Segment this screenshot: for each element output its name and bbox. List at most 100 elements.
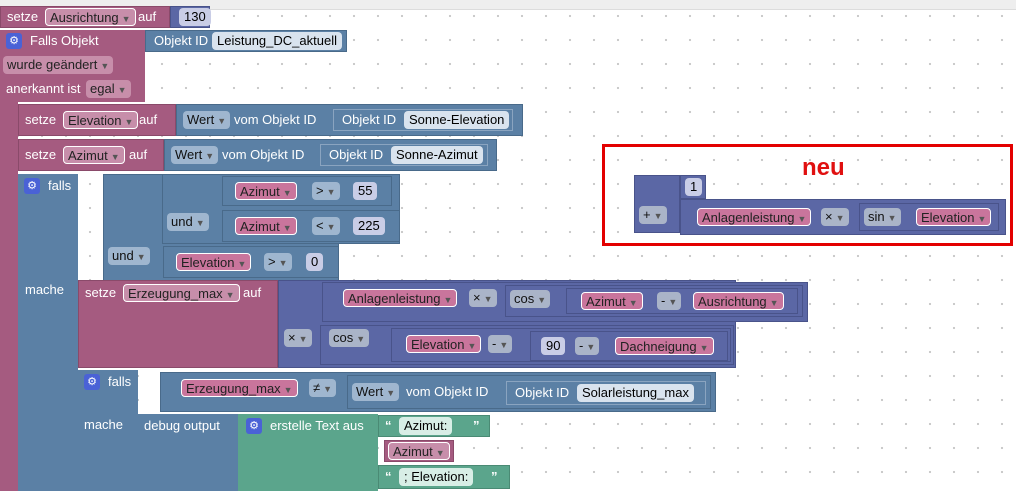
op-value: ≠	[313, 380, 321, 395]
value-of-object-block[interactable]: Wert ▼ vom Objekt ID Objekt ID Sonne-Azim…	[164, 139, 497, 171]
wert-dropdown[interactable]: Wert ▼	[352, 383, 400, 401]
set-azimut-block[interactable]: setze Azimut ▼ auf	[18, 139, 164, 171]
ack-dropdown[interactable]: egal ▼	[86, 80, 131, 98]
variable-azimut[interactable]: Azimut ▼	[235, 182, 297, 200]
value-of-object-block[interactable]: Wert ▼ vom Objekt ID Objekt ID Solarleist…	[347, 375, 711, 409]
number-field[interactable]: 225	[353, 217, 385, 235]
gear-icon[interactable]: ⚙	[6, 33, 22, 49]
gear-icon[interactable]: ⚙	[246, 418, 262, 434]
variable-dropdown[interactable]: Azimut ▼	[63, 146, 125, 164]
compare-block[interactable]: Azimut ▼ < ▼ 225	[222, 210, 400, 242]
op-value: ×	[473, 290, 481, 305]
text-block[interactable]: “ Azimut: ”	[378, 415, 490, 437]
debug-output-block[interactable]: debug output	[138, 414, 238, 491]
text-field[interactable]: Azimut:	[399, 417, 453, 435]
set-elevation-block[interactable]: setze Elevation ▼ auf	[18, 104, 176, 136]
wert-dropdown[interactable]: Wert ▼	[183, 111, 231, 129]
compare-block[interactable]: Azimut ▼ > ▼ 55	[222, 176, 392, 206]
sin-block[interactable]: sin ▼ Elevation ▼	[859, 203, 999, 231]
objid-block[interactable]: Objekt ID Sonne-Azimut	[320, 144, 488, 166]
objid-block[interactable]: Objekt ID Sonne-Elevation	[333, 109, 513, 131]
plus-block[interactable]: + ▼	[634, 175, 680, 233]
objid-field[interactable]: Solarleistung_max	[577, 384, 694, 402]
operator-dropdown[interactable]: > ▼	[264, 253, 292, 271]
cos-block[interactable]: cos ▼ Azimut ▼ - ▼ Ausrichtung ▼	[505, 285, 803, 317]
compare-block[interactable]: Elevation ▼ > ▼ 0	[163, 246, 339, 278]
variable-elevation[interactable]: Elevation ▼	[916, 208, 992, 226]
multiply-block-inner[interactable]: Anlagenleistung ▼ × ▼ cos ▼ Azimut ▼ - ▼ Ausr…	[322, 282, 808, 322]
gear-icon[interactable]: ⚙	[24, 178, 40, 194]
variable-block[interactable]: Azimut ▼	[384, 440, 454, 462]
number-field[interactable]: 55	[353, 182, 378, 200]
variable-ausrichtung[interactable]: Ausrichtung ▼	[693, 292, 784, 310]
minus-operator[interactable]: - ▼	[575, 337, 600, 355]
plus-operator[interactable]: + ▼	[639, 206, 667, 224]
var-name: Anlagenleistung	[348, 291, 441, 306]
minus-block[interactable]: 90 - ▼ Dachneigung ▼	[530, 331, 728, 361]
multiply-block[interactable]: Anlagenleistung ▼ × ▼ sin ▼ Elevation ▼	[680, 199, 1006, 235]
variable-erzeugung[interactable]: Erzeugung_max ▼	[181, 379, 298, 397]
number-field[interactable]: 1	[685, 178, 703, 196]
op-value: >	[316, 183, 324, 198]
variable-dachneigung[interactable]: Dachneigung ▼	[615, 337, 714, 355]
object-id-block[interactable]: Objekt ID Leistung_DC_aktuell	[145, 30, 347, 52]
set-ausrichtung-block[interactable]: setze Ausrichtung ▼ auf	[0, 6, 170, 28]
mache-label: mache	[84, 417, 124, 432]
cos-dropdown[interactable]: cos ▼	[510, 290, 551, 308]
changed-dropdown[interactable]: wurde geändert ▼	[3, 56, 114, 74]
var-name: Ausrichtung	[50, 10, 119, 25]
und-dropdown[interactable]: und ▼	[108, 247, 150, 265]
wert-dropdown[interactable]: Wert ▼	[171, 146, 219, 164]
number-block[interactable]: 1	[680, 175, 706, 199]
number-field[interactable]: 130	[179, 8, 211, 26]
auf-label: auf	[139, 112, 158, 127]
operator-dropdown[interactable]: > ▼	[312, 182, 340, 200]
set-erzeugung-block[interactable]: setze Erzeugung_max ▼ auf	[78, 280, 278, 368]
number-field[interactable]: 0	[306, 253, 324, 271]
variable-dropdown[interactable]: Elevation ▼	[63, 111, 139, 129]
if-block[interactable]: ⚙ falls mache	[18, 174, 78, 491]
sin-dropdown[interactable]: sin ▼	[864, 208, 901, 226]
auf-label: auf	[243, 285, 262, 300]
objid-block[interactable]: Objekt ID Solarleistung_max	[506, 381, 706, 405]
variable-dropdown[interactable]: Ausrichtung ▼	[45, 8, 136, 26]
times-operator[interactable]: × ▼	[821, 208, 849, 226]
number-block[interactable]: 130	[170, 6, 211, 28]
variable-elevation[interactable]: Elevation ▼	[176, 253, 252, 271]
text-field[interactable]: ; Elevation:	[399, 468, 474, 486]
number-field[interactable]: 90	[541, 337, 566, 355]
operator-dropdown[interactable]: < ▼	[312, 217, 340, 235]
value-of-object-block[interactable]: Wert ▼ vom Objekt ID Objekt ID Sonne-Elev…	[176, 104, 523, 136]
cos-dropdown[interactable]: cos ▼	[329, 329, 370, 347]
op-value: -	[492, 336, 497, 351]
times-operator[interactable]: × ▼	[469, 289, 497, 307]
variable-azimut[interactable]: Azimut ▼	[581, 292, 643, 310]
minus-block[interactable]: Azimut ▼ - ▼ Ausrichtung ▼	[566, 288, 798, 314]
compare-block[interactable]: Erzeugung_max ▼ ≠ ▼ Wert ▼ vom Objekt ID Ob…	[160, 372, 716, 412]
variable-anlagenleistung[interactable]: Anlagenleistung ▼	[697, 208, 812, 226]
variable-azimut[interactable]: Azimut ▼	[235, 217, 297, 235]
operator-dropdown[interactable]: ≠ ▼	[309, 379, 337, 397]
variable-azimut[interactable]: Azimut ▼	[388, 442, 450, 460]
variable-anlagenleistung[interactable]: Anlagenleistung ▼	[343, 289, 458, 307]
quote-open-icon: “	[385, 418, 392, 433]
if-block[interactable]: ⚙ falls mache	[78, 370, 138, 491]
objid-field[interactable]: Sonne-Azimut	[391, 146, 483, 164]
cos-block[interactable]: cos ▼ Elevation ▼ - ▼ 90 - ▼ Dachneigung ▼	[320, 325, 734, 365]
minus-block[interactable]: Elevation ▼ - ▼ 90 - ▼ Dachneigung ▼	[391, 328, 731, 362]
text-block[interactable]: “ ; Elevation: ”	[378, 465, 510, 489]
falls-label: falls	[48, 178, 72, 193]
objid-field[interactable]: Sonne-Elevation	[404, 111, 510, 129]
var-name: Azimut	[68, 148, 108, 163]
create-text-block[interactable]: ⚙ erstelle Text aus	[238, 414, 378, 491]
objid-field[interactable]: Leistung_DC_aktuell	[212, 32, 342, 50]
falls-objekt-block[interactable]: ⚙ Falls Objekt wurde geändert ▼ anerkannt…	[0, 30, 145, 102]
falls-label: falls	[108, 374, 132, 389]
variable-elevation[interactable]: Elevation ▼	[406, 335, 482, 353]
minus-operator[interactable]: - ▼	[488, 335, 513, 353]
gear-icon[interactable]: ⚙	[84, 374, 100, 390]
variable-dropdown[interactable]: Erzeugung_max ▼	[123, 284, 240, 302]
minus-operator[interactable]: - ▼	[657, 292, 682, 310]
und-dropdown[interactable]: und ▼	[167, 213, 209, 231]
times-operator[interactable]: × ▼	[284, 329, 312, 347]
